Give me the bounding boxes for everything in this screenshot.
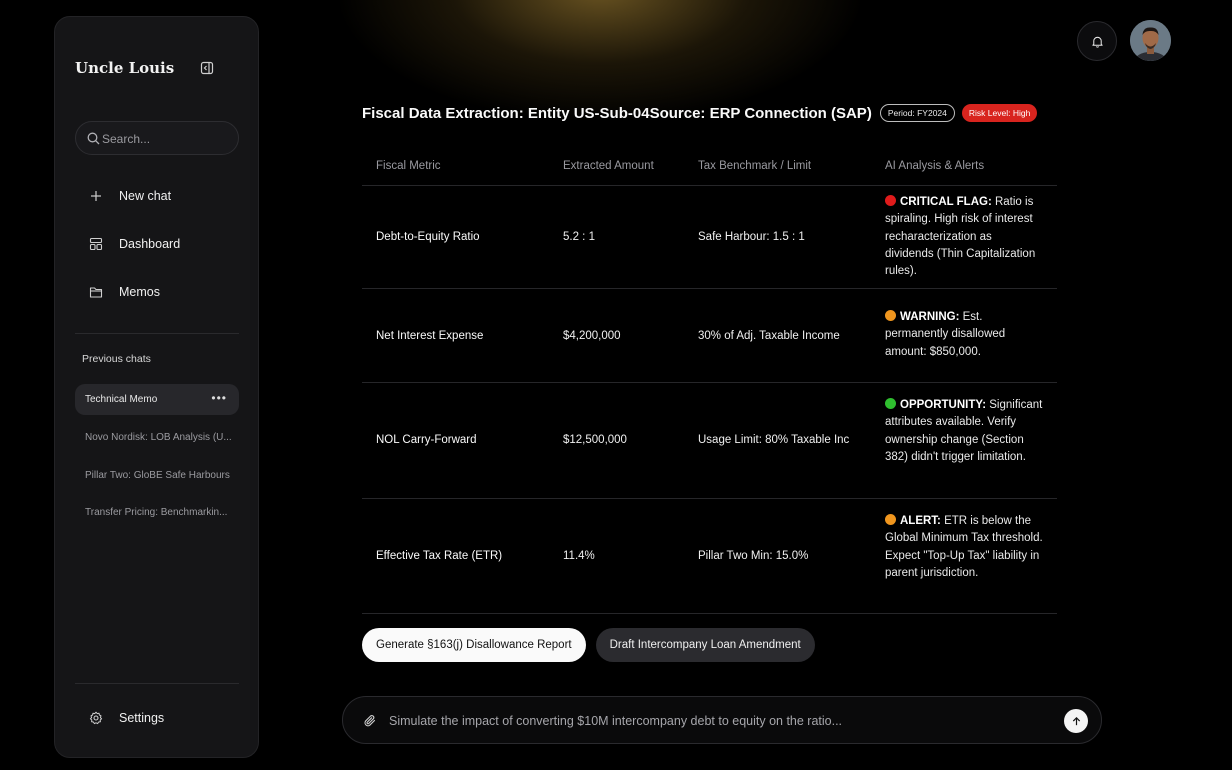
paperclip-icon[interactable]: [363, 714, 377, 728]
gear-icon: [89, 711, 103, 725]
nav-dashboard[interactable]: Dashboard: [75, 228, 239, 260]
sidebar-divider: [75, 683, 239, 684]
period-badge: Period: FY2024: [879, 104, 955, 122]
collapse-sidebar-icon[interactable]: [200, 61, 214, 75]
nav-label: New chat: [119, 189, 172, 203]
folder-icon: [89, 285, 103, 299]
action-buttons: Generate §163(j) Disallowance Report Dra…: [362, 628, 815, 662]
benchmark-cell: 30% of Adj. Taxable Income: [698, 330, 840, 342]
send-button[interactable]: [1064, 709, 1088, 733]
avatar[interactable]: [1130, 20, 1171, 61]
amount-cell: $4,200,000: [563, 330, 621, 342]
benchmark-cell: Safe Harbour: 1.5 : 1: [698, 231, 805, 243]
table-header: Fiscal Metric Extracted Amount Tax Bench…: [362, 150, 1057, 186]
message-composer: [342, 696, 1102, 744]
benchmark-cell: Pillar Two Min: 15.0%: [698, 550, 809, 562]
opportunity-status-dot: [885, 398, 896, 409]
alert-label: OPPORTUNITY:: [900, 399, 987, 411]
alert-text: Ratio is spiraling. High risk of interes…: [885, 196, 1036, 278]
critical-status-dot: [885, 195, 896, 206]
analysis-cell: CRITICAL FLAG: Ratio is spiraling. High …: [885, 194, 1043, 280]
warning-status-dot: [885, 310, 896, 321]
nav-settings[interactable]: Settings: [75, 702, 239, 734]
chat-item-label: Transfer Pricing: Benchmarkin...: [85, 507, 228, 518]
generate-report-button[interactable]: Generate §163(j) Disallowance Report: [362, 628, 586, 662]
metric-cell: Debt-to-Equity Ratio: [376, 231, 480, 243]
draft-amendment-button[interactable]: Draft Intercompany Loan Amendment: [595, 628, 815, 662]
page-title: Fiscal Data Extraction: Entity US-Sub-04…: [362, 104, 872, 122]
search-input[interactable]: [102, 129, 232, 149]
notifications-button[interactable]: [1077, 21, 1117, 61]
alert-label: CRITICAL FLAG:: [900, 196, 992, 208]
fiscal-table: Fiscal Metric Extracted Amount Tax Bench…: [362, 150, 1057, 614]
more-options-icon[interactable]: •••: [211, 392, 227, 404]
column-header: Fiscal Metric: [376, 160, 441, 172]
search-box: [75, 121, 239, 155]
bell-icon: [1091, 36, 1103, 48]
column-header: AI Analysis & Alerts: [885, 160, 985, 172]
chat-item-label: Technical Memo: [85, 394, 158, 405]
chat-item-label: Pillar Two: GloBE Safe Harbours: [85, 470, 230, 481]
previous-chats-title: Previous chats: [82, 353, 151, 365]
message-input[interactable]: [389, 710, 1049, 732]
nav-label: Memos: [119, 285, 160, 299]
table-row: NOL Carry-Forward $12,500,000 Usage Limi…: [362, 383, 1057, 499]
amount-cell: 5.2 : 1: [563, 231, 595, 243]
chat-item-technical-memo[interactable]: Technical Memo •••: [75, 384, 239, 415]
risk-badge: Risk Level: High: [961, 104, 1038, 122]
alert-label: WARNING:: [900, 311, 960, 323]
title-row: Fiscal Data Extraction: Entity US-Sub-04…: [362, 104, 1038, 122]
settings-label: Settings: [119, 711, 165, 725]
table-row: Net Interest Expense $4,200,000 30% of A…: [362, 289, 1057, 383]
analysis-cell: ALERT: ETR is below the Global Minimum T…: [885, 513, 1043, 582]
chat-item-label: Novo Nordisk: LOB Analysis (U...: [85, 432, 232, 443]
chat-item-transfer-pricing[interactable]: Transfer Pricing: Benchmarkin...: [75, 497, 239, 528]
amount-cell: $12,500,000: [563, 434, 627, 446]
chat-item-novo-nordisk[interactable]: Novo Nordisk: LOB Analysis (U...: [75, 422, 239, 453]
table-row: Effective Tax Rate (ETR) 11.4% Pillar Tw…: [362, 499, 1057, 614]
arrow-up-icon: [1072, 716, 1080, 725]
metric-cell: Net Interest Expense: [376, 330, 484, 342]
amount-cell: 11.4%: [563, 550, 595, 562]
column-header: Tax Benchmark / Limit: [698, 160, 812, 172]
table-row: Debt-to-Equity Ratio 5.2 : 1 Safe Harbou…: [362, 186, 1057, 289]
sidebar-divider: [75, 333, 239, 334]
analysis-cell: WARNING: Est. permanently disallowed amo…: [885, 309, 1043, 361]
alert-label: ALERT:: [900, 515, 941, 527]
search-icon: [87, 132, 100, 145]
background-glow: [340, 0, 860, 120]
brand-name: Uncle Louis: [75, 59, 175, 77]
metric-cell: NOL Carry-Forward: [376, 434, 477, 446]
nav-label: Dashboard: [119, 237, 181, 251]
sidebar: Uncle Louis New chat Dashboard: [54, 16, 259, 758]
nav-memos[interactable]: Memos: [75, 276, 239, 308]
metric-cell: Effective Tax Rate (ETR): [376, 550, 503, 562]
alert-status-dot: [885, 514, 896, 525]
column-header: Extracted Amount: [563, 160, 654, 172]
dashboard-icon: [89, 237, 103, 251]
analysis-cell: OPPORTUNITY: Significant attributes avai…: [885, 397, 1043, 466]
benchmark-cell: Usage Limit: 80% Taxable Inc: [698, 434, 850, 446]
chat-item-pillar-two[interactable]: Pillar Two: GloBE Safe Harbours: [75, 460, 239, 491]
plus-icon: [89, 189, 103, 203]
nav-new-chat[interactable]: New chat: [75, 180, 239, 212]
